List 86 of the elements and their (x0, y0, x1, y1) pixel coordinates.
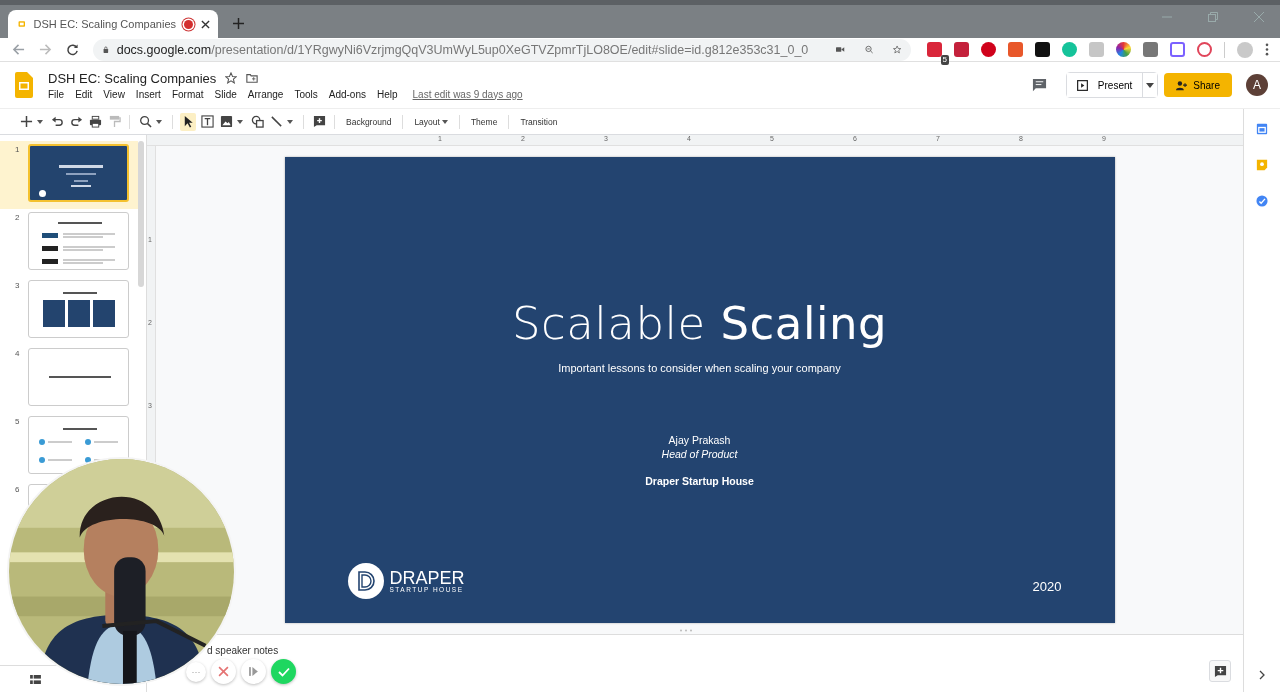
present-icon (1076, 79, 1088, 91)
slide-title: Scalable Scaling (512, 297, 887, 350)
user-avatar[interactable]: A (1246, 74, 1268, 96)
caret-icon[interactable] (156, 119, 162, 124)
caret-icon (441, 119, 448, 124)
star-icon[interactable] (225, 72, 238, 84)
menu-item[interactable]: Edit (75, 88, 93, 100)
caret-icon (1146, 82, 1155, 88)
close-icon (218, 666, 229, 677)
extension-icon[interactable] (1035, 42, 1050, 57)
grid-view-icon[interactable] (30, 674, 41, 684)
back-icon[interactable] (12, 43, 25, 56)
calendar-icon[interactable] (1256, 123, 1268, 135)
organization-name: Draper Startup House (645, 475, 754, 487)
logo-icon (347, 563, 384, 599)
slide-thumbnail-row[interactable]: 1 (0, 141, 138, 209)
present-dropdown-button[interactable] (1143, 73, 1158, 97)
slide-thumbnail[interactable] (28, 212, 129, 270)
slide-number: 4 (14, 348, 21, 358)
document-title[interactable]: DSH EC: Scaling Companies (48, 70, 217, 86)
slide-number: 3 (14, 280, 21, 290)
toolbar-button[interactable]: Theme (466, 116, 502, 127)
slide-subtitle: Important lessons to consider when scaling your company (558, 362, 841, 374)
person-add-icon (1176, 79, 1188, 91)
extension-icon[interactable] (1116, 42, 1131, 57)
slide-thumbnail-row[interactable]: 4 (0, 345, 138, 413)
caret-icon[interactable] (37, 119, 43, 124)
text-box-tool-icon[interactable] (199, 112, 215, 131)
tab-title: DSH EC: Scaling Companies (33, 18, 176, 30)
resize-handle-icon[interactable] (679, 629, 693, 632)
presenter-role: Head of Product (661, 448, 738, 460)
slide-number: 2 (14, 212, 21, 222)
browser-tab[interactable]: DSH EC: Scaling Companies (8, 10, 218, 38)
slide-thumbnail-row[interactable]: 2 (0, 209, 138, 277)
expand-panel-icon[interactable] (1259, 670, 1265, 680)
speaker-notes-field[interactable]: d speaker notes (207, 645, 279, 656)
slide-thumbnail[interactable] (28, 348, 129, 406)
reload-icon[interactable] (66, 43, 79, 56)
new-tab-icon[interactable] (233, 18, 244, 29)
toolbar-button[interactable]: Layout (410, 116, 452, 127)
menu-item[interactable]: Slide (214, 88, 237, 100)
presenter-name: Ajay Prakash (668, 434, 731, 446)
slide-number: 5 (14, 416, 21, 426)
menu-item[interactable]: Add-ons (328, 88, 366, 100)
toolbar-button[interactable]: Transition (516, 116, 562, 127)
caret-icon[interactable] (237, 119, 243, 124)
menu-item[interactable]: Tools (294, 88, 318, 100)
logo-name: DRAPER (389, 568, 465, 587)
menu-item[interactable]: Arrange (247, 88, 284, 100)
slide-number: 1 (14, 144, 21, 154)
check-icon (277, 666, 290, 677)
zoom-out-icon[interactable] (864, 43, 873, 56)
close-icon[interactable] (201, 19, 210, 29)
slide-number: 6 (14, 484, 21, 494)
extension-badge: 5 (940, 55, 949, 65)
extension-icon[interactable] (1170, 42, 1185, 57)
comments-icon[interactable] (1031, 77, 1047, 93)
star-icon[interactable] (892, 43, 901, 56)
last-edit-link[interactable]: Last edit was 9 days ago (412, 88, 523, 100)
share-button[interactable]: Share (1164, 73, 1232, 97)
present-button[interactable]: Present (1066, 73, 1144, 97)
menu-item[interactable]: Insert (135, 88, 161, 100)
menu-item[interactable]: File (48, 88, 65, 100)
url-text: docs.google.com/presentation/d/1YRgwyNi6VzrjmgQqV3UmWyL5up0XeGTVZpmrTjLO8OE/edit#slide=id.g812e353c31_0_0 (116, 42, 809, 57)
address-bar[interactable]: docs.google.com/presentation/d/1YRgwyNi6VzrjmgQqV3UmWyL5up0XeGTVZpmrTjLO8OE/edit#slide=id.g812e353c31_0_0 (93, 38, 911, 61)
add-comment-icon (1213, 664, 1227, 678)
toolbar-button[interactable]: Background (342, 116, 396, 127)
folder-icon[interactable] (246, 72, 259, 84)
menu-item[interactable]: Help (377, 88, 398, 100)
slide-thumbnail[interactable] (28, 280, 129, 338)
menu-item[interactable]: Format (171, 88, 204, 100)
discard-button[interactable] (211, 659, 236, 684)
slide-thumbnail[interactable] (28, 144, 129, 202)
slide-thumbnail-row[interactable]: 3 (0, 277, 138, 345)
extension-icon[interactable] (981, 42, 996, 57)
resume-button[interactable] (241, 659, 266, 684)
select-tool-icon[interactable] (180, 112, 196, 131)
menu-item[interactable]: View (103, 88, 125, 100)
slide-year: 2020 (1032, 578, 1062, 594)
tasks-icon[interactable] (1256, 195, 1268, 207)
lock-icon (103, 44, 109, 55)
extension-icon[interactable] (1197, 42, 1212, 57)
menu-icon[interactable] (1265, 43, 1269, 56)
skip-icon (248, 666, 259, 677)
add-note-button[interactable] (1209, 660, 1231, 682)
caret-icon[interactable] (287, 119, 293, 124)
